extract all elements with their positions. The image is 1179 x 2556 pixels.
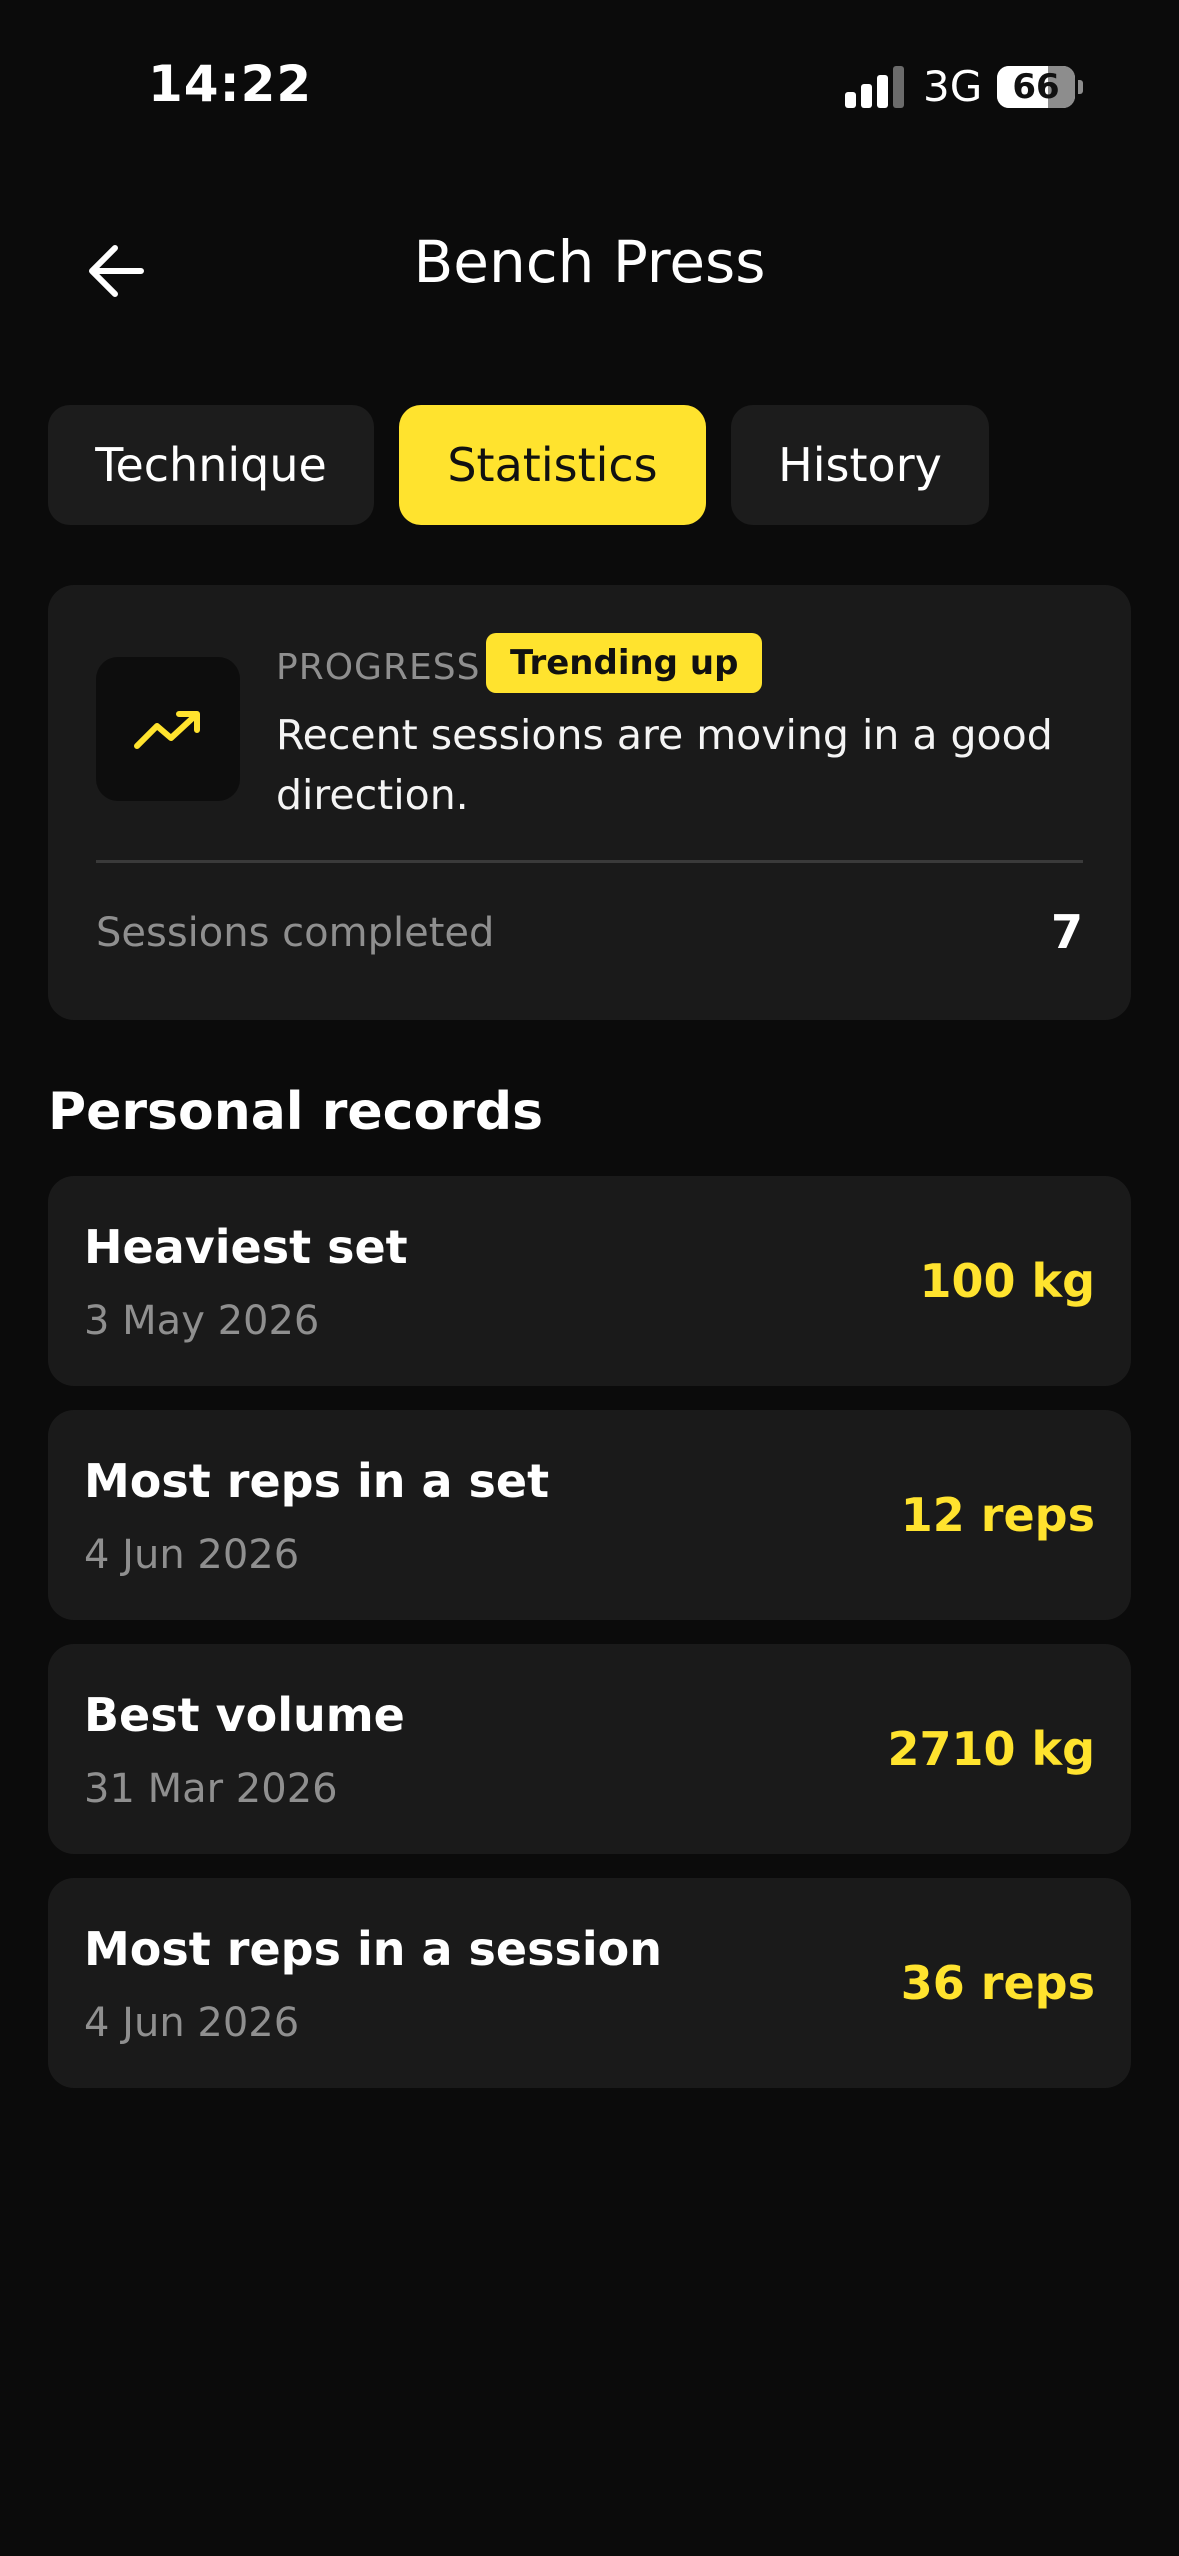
record-date: 3 May 2026 (84, 1298, 320, 1344)
record-most-reps-set: Most reps in a set 4 Jun 2026 12 reps (48, 1410, 1131, 1620)
battery-icon: 66 (997, 66, 1075, 108)
trend-badge: Trending up (486, 633, 763, 693)
progress-card: PROGRESS Trending up Recent sessions are… (48, 585, 1131, 1020)
record-value: 100 kg (919, 1254, 1095, 1308)
record-best-volume: Best volume 31 Mar 2026 2710 kg (48, 1644, 1131, 1854)
record-value: 12 reps (900, 1488, 1095, 1542)
record-most-reps-session: Most reps in a session 4 Jun 2026 36 rep… (48, 1878, 1131, 2088)
trending-up-icon (134, 711, 200, 749)
signal-icon (845, 66, 905, 108)
record-date: 4 Jun 2026 (84, 2000, 300, 2046)
progress-icon-box (96, 657, 240, 801)
record-title: Most reps in a set (84, 1454, 550, 1508)
sessions-completed-value: 7 (1050, 905, 1083, 959)
record-value: 2710 kg (887, 1722, 1095, 1776)
record-value: 36 reps (900, 1956, 1095, 2010)
tab-technique[interactable]: Technique (48, 405, 374, 525)
record-date: 31 Mar 2026 (84, 1766, 338, 1812)
battery-nub (1078, 80, 1083, 94)
sessions-completed-label: Sessions completed (96, 910, 495, 956)
record-title: Heaviest set (84, 1220, 408, 1274)
tab-history[interactable]: History (731, 405, 989, 525)
record-title: Best volume (84, 1688, 405, 1742)
status-time: 14:22 (148, 55, 313, 113)
tab-statistics[interactable]: Statistics (399, 405, 706, 525)
personal-records-title: Personal records (48, 1082, 544, 1142)
status-bar: 14:22 3G 66 (0, 0, 1179, 175)
network-type: 3G (923, 62, 983, 111)
record-heaviest-set: Heaviest set 3 May 2026 100 kg (48, 1176, 1131, 1386)
progress-message: Recent sessions are moving in a good dir… (276, 711, 1053, 819)
divider (96, 860, 1083, 863)
progress-label: PROGRESS (276, 647, 481, 688)
battery-percent: 66 (1012, 67, 1060, 107)
record-title: Most reps in a session (84, 1922, 663, 1976)
page-title: Bench Press (413, 228, 766, 296)
record-date: 4 Jun 2026 (84, 1532, 300, 1578)
